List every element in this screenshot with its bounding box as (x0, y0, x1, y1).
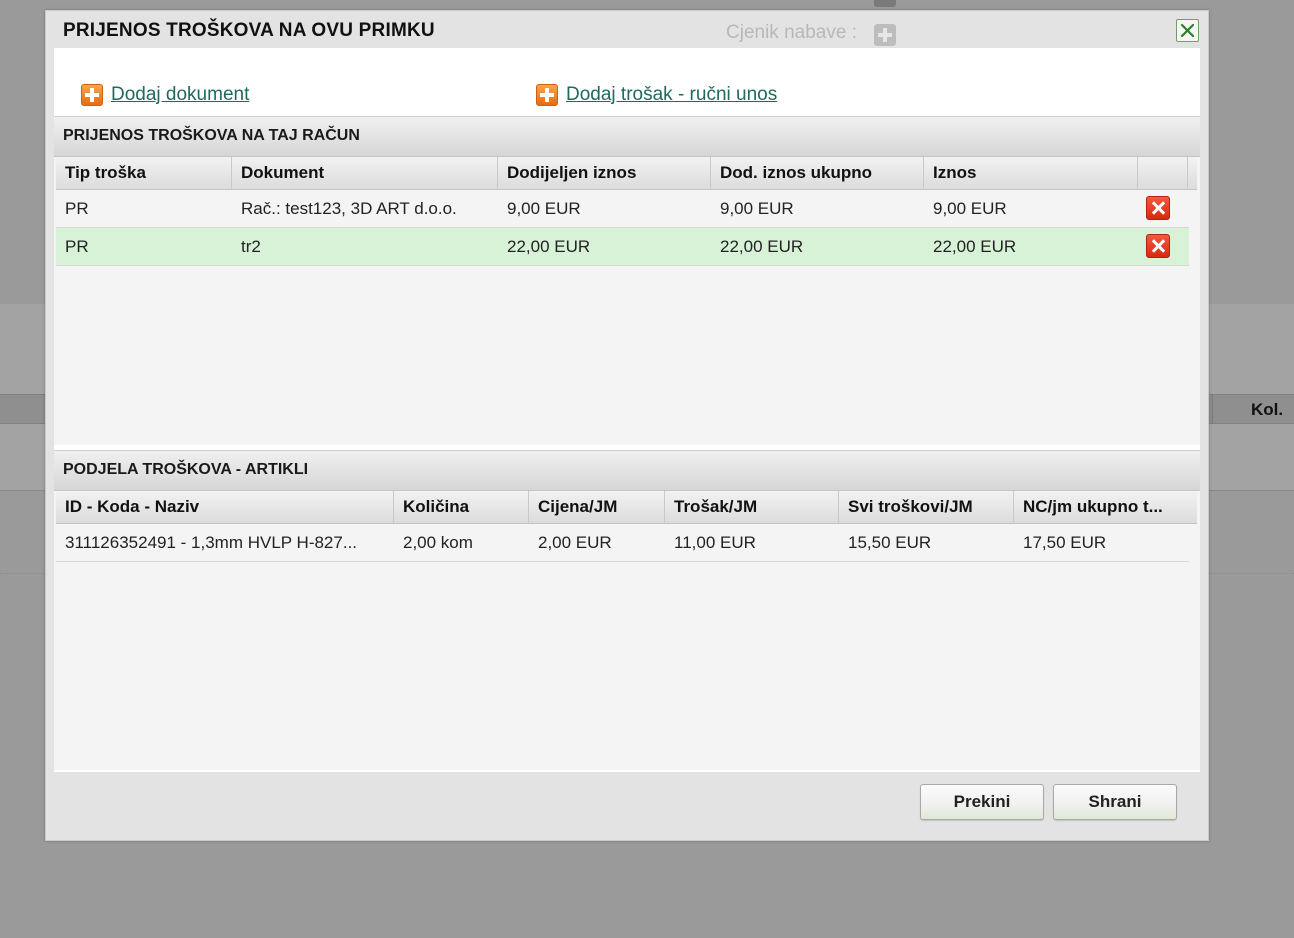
column-tip-troska[interactable]: Tip troška (56, 157, 232, 190)
cell-dokument: tr2 (241, 237, 261, 256)
column-actions (1138, 157, 1188, 190)
cell-dokument: Rač.: test123, 3D ART d.o.o. (241, 199, 457, 218)
delete-icon[interactable] (1146, 196, 1170, 220)
cell-dodijeljen: 9,00 EUR (507, 199, 581, 218)
cell-actions (1138, 228, 1188, 265)
add-document-link[interactable]: Dodaj dokument (81, 84, 249, 106)
add-cost-manual-link[interactable]: Dodaj trošak - ručni unos (536, 84, 777, 106)
add-document-label: Dodaj dokument (111, 84, 250, 105)
cost-row-selected[interactable]: PR tr2 22,00 EUR 22,00 EUR 22,00 EUR (56, 228, 1189, 266)
column-nc-jm-ukupno[interactable]: NC/jm ukupno t... (1014, 491, 1197, 524)
cost-transfer-grid-header: Tip troška Dokument Dodijeljen iznos Dod… (56, 157, 1197, 190)
cost-distribution-grid: ID - Koda - Naziv Količina Cijena/JM Tro… (54, 491, 1200, 770)
cost-distribution-grid-header: ID - Koda - Naziv Količina Cijena/JM Tro… (56, 491, 1197, 524)
plus-icon (536, 84, 558, 106)
cell-actions (1138, 190, 1188, 227)
column-scroll-spacer (1188, 157, 1197, 190)
cell-iznos: 22,00 EUR (933, 237, 1017, 256)
cost-distribution-section-header: PODJELA TROŠKOVA - ARTIKLI (54, 450, 1200, 491)
close-button[interactable] (1176, 19, 1199, 42)
cell-ukupno: 22,00 EUR (720, 237, 804, 256)
column-iznos[interactable]: Iznos (924, 157, 1138, 190)
column-dodijeljen-iznos[interactable]: Dodijeljen iznos (498, 157, 711, 190)
cost-row[interactable]: PR Rač.: test123, 3D ART d.o.o. 9,00 EUR… (56, 190, 1189, 228)
cell-nc-ukupno: 17,50 EUR (1023, 533, 1107, 552)
cell-trosak: 11,00 EUR (674, 533, 756, 552)
column-dod-iznos-ukupno[interactable]: Dod. iznos ukupno (711, 157, 924, 190)
cell-dodijeljen: 22,00 EUR (507, 237, 591, 256)
cost-transfer-dialog: PRIJENOS TROŠKOVA NA OVU PRIMKU Dodaj do… (45, 10, 1209, 841)
column-cijena-jm[interactable]: Cijena/JM (529, 491, 665, 524)
cell-tip: PR (65, 199, 89, 218)
column-kolicina[interactable]: Količina (394, 491, 529, 524)
dialog-title: PRIJENOS TROŠKOVA NA OVU PRIMKU (63, 20, 435, 41)
column-svi-troskovi-jm[interactable]: Svi troškovi/JM (839, 491, 1014, 524)
cell-iznos: 9,00 EUR (933, 199, 1007, 218)
save-button[interactable]: Shrani (1053, 784, 1177, 820)
cost-transfer-grid: Tip troška Dokument Dodijeljen iznos Dod… (54, 157, 1200, 445)
cell-svi-troskovi: 15,50 EUR (848, 533, 932, 552)
cancel-button[interactable]: Prekini (920, 784, 1044, 820)
cell-cijena: 2,00 EUR (538, 533, 612, 552)
add-cost-manual-label: Dodaj trošak - ručni unos (566, 84, 778, 105)
delete-icon[interactable] (1146, 234, 1170, 258)
background-column-kol: Kol. (1212, 394, 1294, 424)
close-icon (1180, 23, 1195, 38)
cell-kolicina: 2,00 kom (403, 533, 473, 552)
cost-transfer-section-header: PRIJENOS TROŠKOVA NA TAJ RAČUN (54, 116, 1200, 157)
column-dokument[interactable]: Dokument (232, 157, 498, 190)
background-add-icon (874, 0, 896, 7)
cell-tip: PR (65, 237, 89, 256)
article-row[interactable]: 311126352491 - 1,3mm HVLP H-827... 2,00 … (56, 524, 1189, 562)
cell-ukupno: 9,00 EUR (720, 199, 794, 218)
plus-icon (81, 84, 103, 106)
column-id-koda-naziv[interactable]: ID - Koda - Naziv (56, 491, 394, 524)
cell-id-naziv: 311126352491 - 1,3mm HVLP H-827... (65, 533, 358, 552)
dialog-body: Dodaj dokument Dodaj trošak - ručni unos… (54, 48, 1200, 772)
column-trosak-jm[interactable]: Trošak/JM (665, 491, 839, 524)
background-cjenik-label: Cjenik nabave : (726, 22, 857, 43)
background-cjenik-add-icon (874, 24, 896, 46)
